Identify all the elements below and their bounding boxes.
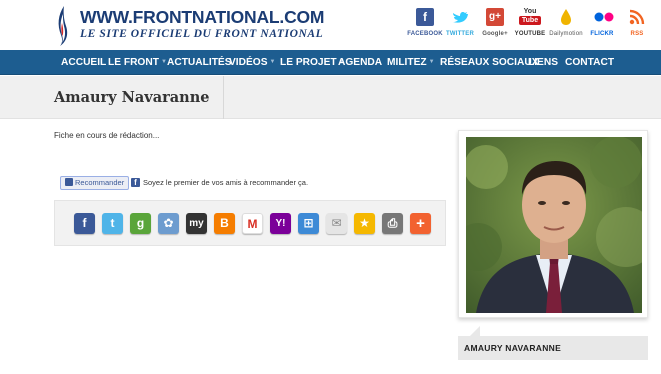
share-more-icon[interactable]: + (410, 213, 431, 234)
social-label: RSS (630, 31, 644, 37)
nav-item-le-front[interactable]: LE FRONT ▼ (108, 50, 167, 75)
site-title[interactable]: WWW.FRONTNATIONAL.COM (80, 7, 325, 28)
youtube-icon: You You Tube (519, 8, 541, 26)
portrait-card (458, 130, 648, 318)
recommend-text: Soyez le premier de vos amis à recommand… (143, 178, 309, 187)
nav-item-agenda[interactable]: AGENDA (338, 50, 382, 75)
twitter-icon (451, 8, 469, 26)
nav-item-liens[interactable]: LIENS (528, 50, 558, 75)
nav-item-videos[interactable]: VIDÉOS ▼ (229, 50, 275, 75)
share-google-bookmarks-icon[interactable]: g (130, 213, 151, 234)
share-gmail-icon[interactable]: M (242, 213, 263, 234)
flame-logo-icon[interactable] (54, 5, 72, 47)
share-favorites-icon[interactable]: ★ (354, 213, 375, 234)
share-email-icon[interactable]: ✉ (326, 213, 347, 234)
page-title-band: Amaury Navaranne (0, 76, 661, 119)
nav-item-accueil[interactable]: ACCUEIL (61, 50, 106, 75)
social-link-rss[interactable]: RSS (615, 8, 659, 37)
portrait-caption: AMAURY NAVARANNE (458, 336, 648, 360)
nav-item-militez[interactable]: MILITEZ ▼ (387, 50, 435, 75)
intro-text: Fiche en cours de rédaction... (54, 131, 160, 140)
nav-item-le-projet[interactable]: LE PROJET ▼ (280, 50, 345, 75)
chevron-down-icon: ▼ (160, 59, 167, 65)
chevron-down-icon: ▼ (269, 59, 276, 65)
page-title: Amaury Navaranne (54, 76, 225, 119)
share-print-icon[interactable]: ⎙ (382, 213, 403, 234)
rss-icon (628, 8, 646, 26)
nav-item-contact[interactable]: CONTACT (565, 50, 614, 75)
googleplus-icon: g+ (486, 8, 504, 26)
share-yahoo-icon[interactable]: Y! (270, 213, 291, 234)
share-delicious-icon[interactable]: ✿ (158, 213, 179, 234)
share-blogger-icon[interactable]: B (214, 213, 235, 234)
main-nav: ACCUEIL LE FRONT ▼ ACTUALITÉS VIDÉOS ▼ LE … (0, 50, 661, 75)
share-myspace-icon[interactable]: my (186, 213, 207, 234)
share-twitter-icon[interactable]: t (102, 213, 123, 234)
nav-item-actualites[interactable]: ACTUALITÉS (167, 50, 232, 75)
dailymotion-icon (557, 8, 575, 26)
nav-item-reseaux-sociaux[interactable]: RÉSEAUX SOCIAUX (440, 50, 539, 75)
facebook-small-icon: f (131, 178, 140, 187)
site-header: WWW.FRONTNATIONAL.COM LE SITE OFFICIEL D… (0, 0, 661, 50)
chevron-down-icon: ▼ (428, 59, 435, 65)
flickr-icon (593, 8, 614, 26)
site-tagline: LE SITE OFFICIEL DU FRONT NATIONAL (80, 28, 324, 40)
recommend-button[interactable]: Recommander (60, 176, 130, 190)
facebook-icon: f (416, 8, 434, 26)
share-windows-live-icon[interactable]: ⊞ (298, 213, 319, 234)
share-facebook-icon[interactable]: f (74, 213, 95, 234)
share-toolbar: f t g ✿ my B M Y! ⊞ ✉ ★ ⎙ + (54, 200, 446, 246)
thumbs-up-icon (65, 178, 73, 186)
portrait-photo (466, 137, 642, 313)
